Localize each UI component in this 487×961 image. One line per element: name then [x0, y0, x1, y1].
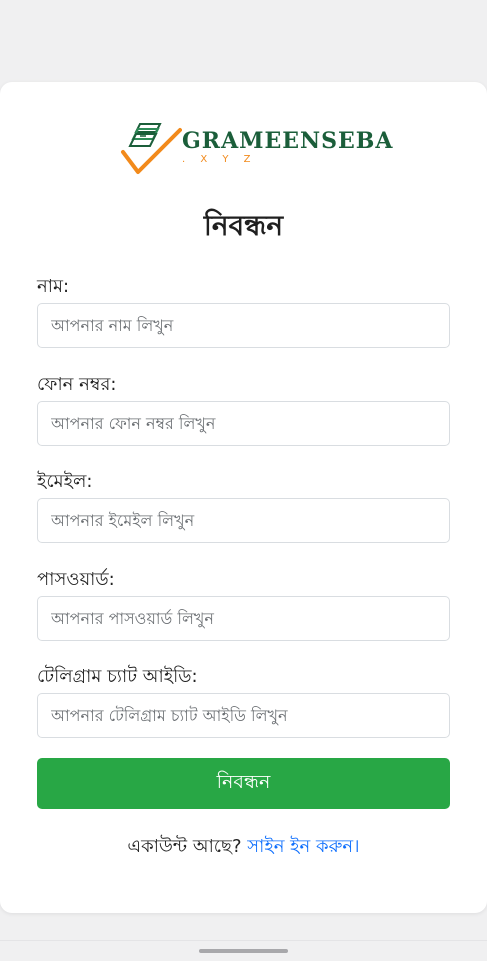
name-input[interactable]: [37, 303, 450, 348]
brand-logo: GRAMEENSEBA . X Y Z: [120, 122, 392, 178]
home-indicator[interactable]: [199, 949, 288, 953]
signin-prompt-text: একাউন্ট আছে?: [127, 836, 248, 857]
logo-checkmark-icon: [121, 123, 182, 174]
phone-label: ফোন নম্বর:: [37, 374, 117, 395]
phone-input[interactable]: [37, 401, 450, 446]
signin-prompt: একাউন্ট আছে? সাইন ইন করুন।: [0, 832, 487, 863]
telegram-chat-id-input[interactable]: [37, 693, 450, 738]
registration-card: GRAMEENSEBA . X Y Z নিবন্ধন নাম: ফোন নম্…: [0, 82, 487, 913]
password-label: পাসওয়ার্ড:: [37, 569, 115, 590]
email-input[interactable]: [37, 498, 450, 543]
telegram-chat-id-label: টেলিগ্রাম চ্যাট আইডি:: [37, 666, 198, 687]
brand-name: GRAMEENSEBA: [182, 128, 394, 154]
name-label: নাম:: [37, 276, 70, 297]
brand-suffix: . X Y Z: [182, 154, 257, 165]
email-label: ইমেইল:: [37, 471, 93, 492]
system-navigation-bar: [0, 940, 487, 961]
register-button[interactable]: নিবন্ধন: [37, 758, 450, 809]
password-input[interactable]: [37, 596, 450, 641]
signin-link[interactable]: সাইন ইন করুন।: [247, 836, 359, 857]
page-title: নিবন্ধন: [203, 209, 284, 242]
